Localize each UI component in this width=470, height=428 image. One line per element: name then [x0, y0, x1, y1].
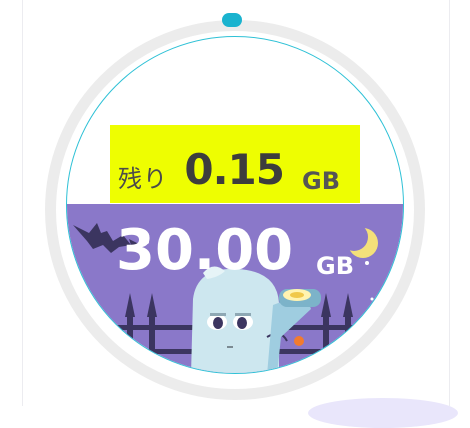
halloween-illustration	[67, 204, 403, 373]
usage-circle	[66, 36, 404, 374]
remaining-data-box: 残り 0.15 GB	[110, 125, 360, 203]
remaining-unit: GB	[302, 167, 340, 195]
remaining-label: 残り	[118, 165, 168, 193]
total-data-value: 30.00	[116, 218, 294, 283]
remaining-value: 0.15	[184, 145, 285, 194]
usage-gauge-indicator	[222, 13, 242, 27]
total-data-unit: GB	[316, 252, 354, 280]
next-card-peek	[308, 398, 458, 428]
